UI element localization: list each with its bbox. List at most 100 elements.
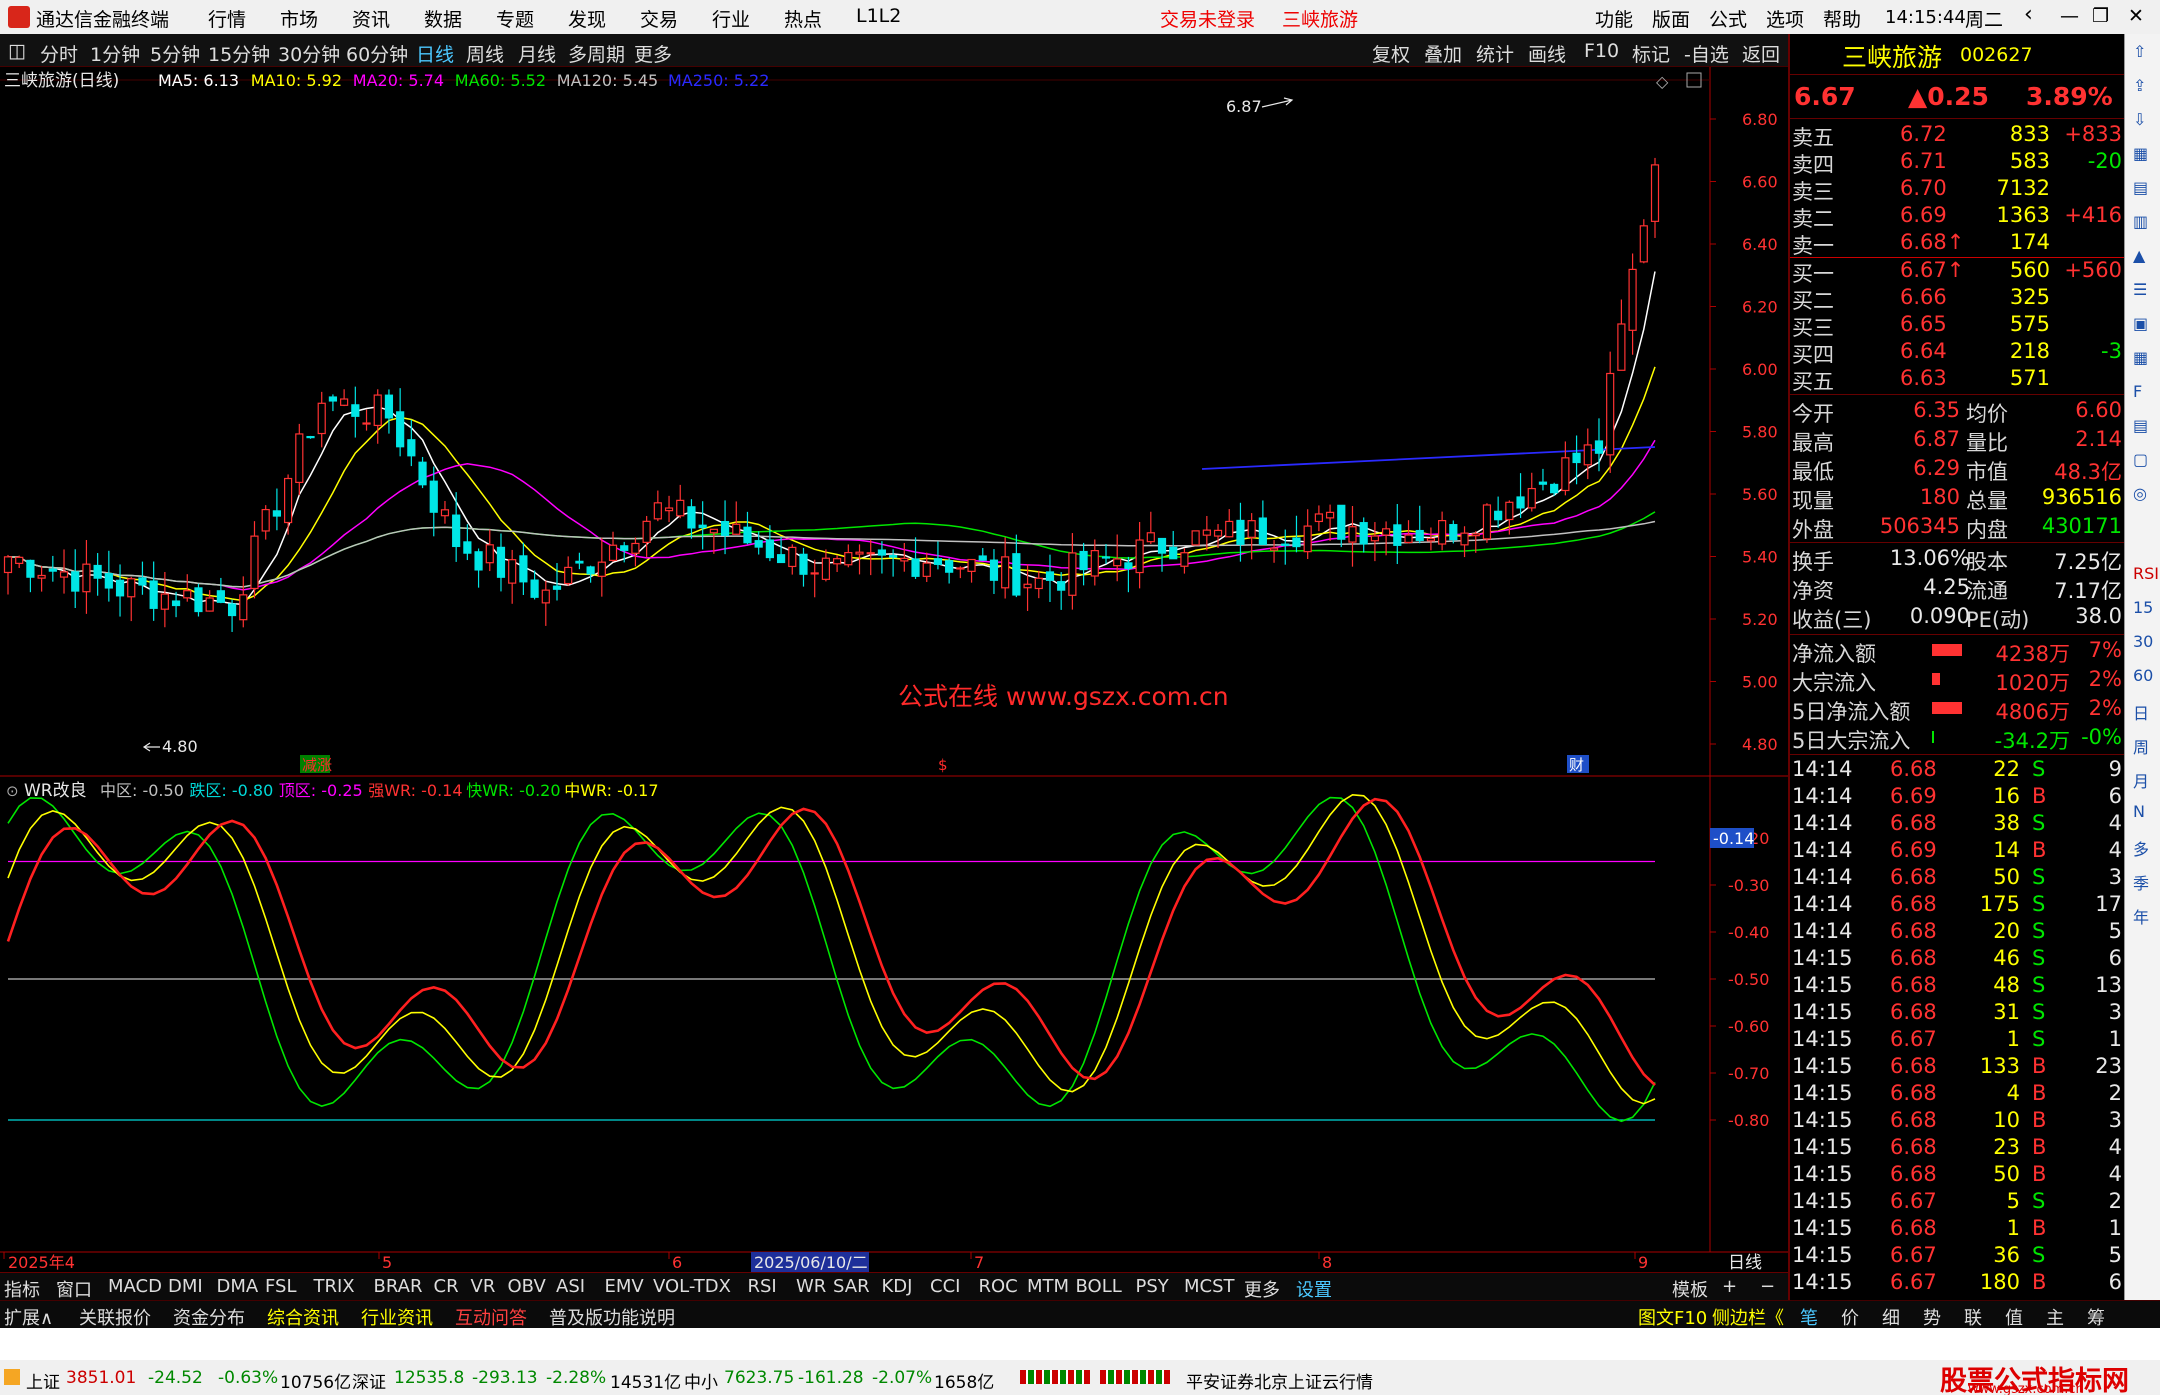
period-1min[interactable]: 1分钟 — [90, 40, 140, 67]
sidebar-icon[interactable]: ▲ — [2133, 246, 2145, 265]
sidebar-icon[interactable]: F — [2133, 382, 2142, 401]
indicator-tab[interactable]: MCST — [1184, 1276, 1235, 1297]
menu-gongneng[interactable]: 功能 — [1595, 5, 1633, 32]
tab-add-button[interactable]: + — [1722, 1276, 1737, 1297]
sidebar-label[interactable]: 周 — [2133, 734, 2149, 758]
sidebar-label[interactable]: 年 — [2133, 904, 2149, 928]
indicator-tab[interactable]: CR — [434, 1276, 459, 1297]
sh-name[interactable]: 上证 — [26, 1368, 60, 1393]
menu-redian[interactable]: 热点 — [784, 5, 822, 32]
indicator-tab[interactable]: MTM — [1027, 1276, 1069, 1297]
sidebar-icon[interactable]: ▣ — [2133, 314, 2148, 333]
extension-tab[interactable]: 资金分布 — [173, 1304, 245, 1330]
indicator-tab[interactable]: 设置 — [1296, 1276, 1332, 1302]
diamond-icon[interactable]: ◇ — [1656, 72, 1669, 91]
period-more[interactable]: 更多 — [634, 40, 672, 67]
menu-shuju[interactable]: 数据 — [424, 5, 462, 32]
tool-back[interactable]: 返回 — [1742, 40, 1780, 67]
indicator-tab[interactable]: 指标 — [4, 1276, 40, 1302]
tool-huaxian[interactable]: 画线 — [1528, 40, 1566, 67]
kline-chart[interactable]: 三峡旅游(日线) MA5: 6.13 MA10: 5.92 MA20: 5.74 MA… — [0, 67, 1788, 1272]
folder-icon[interactable] — [4, 1369, 20, 1385]
indicator-tab[interactable]: CCI — [930, 1276, 960, 1297]
period-multi[interactable]: 多周期 — [568, 40, 625, 67]
extension-tab[interactable]: 普及版功能说明 — [549, 1304, 675, 1330]
indicator-tab[interactable]: PSY — [1136, 1276, 1169, 1297]
sidebar-icon[interactable]: ▢ — [2133, 450, 2148, 469]
menu-hangqing[interactable]: 行情 — [208, 5, 246, 32]
extension-tab[interactable]: 关联报价 — [79, 1304, 151, 1330]
sidebar-icon[interactable]: ◎ — [2133, 484, 2147, 503]
tool-biaoji[interactable]: 标记 — [1632, 40, 1670, 67]
minimize-icon[interactable]: — — [2060, 5, 2079, 27]
sidebar-label[interactable]: 月 — [2133, 768, 2149, 792]
sidebar-icon[interactable]: ▦ — [2133, 144, 2148, 163]
quote-bottom-tab[interactable]: 细 — [1882, 1304, 1900, 1330]
quote-bottom-tab[interactable]: 势 — [1923, 1304, 1941, 1330]
sidebar-label[interactable]: N — [2133, 802, 2145, 821]
extension-tab[interactable]: 互动问答 — [455, 1304, 527, 1330]
sidebar-icon[interactable]: ⇩ — [2133, 110, 2146, 129]
tool-fuquan[interactable]: 复权 — [1372, 40, 1410, 67]
period-daily[interactable]: 日线 — [416, 40, 454, 67]
indicator-tab[interactable]: MACD — [108, 1276, 162, 1297]
indicator-tab[interactable]: FSL — [265, 1276, 297, 1297]
menu-faxian[interactable]: 发现 — [568, 5, 606, 32]
server-name[interactable]: 平安证券北京上证云行情 — [1186, 1368, 1373, 1393]
indicator-tab[interactable]: ROC — [979, 1276, 1018, 1297]
sidebar-icon[interactable]: ⇧ — [2133, 42, 2146, 61]
sidebar-label[interactable]: 30 — [2133, 632, 2153, 651]
extension-tab[interactable]: 综合资讯 — [267, 1304, 339, 1330]
menu-gongshi[interactable]: 公式 — [1709, 5, 1747, 32]
sidebar-icon[interactable]: ▥ — [2133, 212, 2148, 231]
sidebar-icon[interactable]: ▦ — [2133, 348, 2148, 367]
tool-zixuan[interactable]: -自选 — [1684, 40, 1729, 67]
sidebar-toggle-button[interactable]: 侧边栏《 — [1712, 1304, 1784, 1330]
back-icon[interactable]: ‹ — [2024, 2, 2033, 27]
sidebar-label[interactable]: 15 — [2133, 598, 2153, 617]
marker-dollar[interactable]: $ — [938, 756, 948, 774]
tool-f10[interactable]: F10 — [1584, 40, 1619, 62]
indicator-tab[interactable]: KDJ — [882, 1276, 913, 1297]
template-button[interactable]: 模板 — [1672, 1276, 1708, 1302]
menu-jiaoyi[interactable]: 交易 — [640, 5, 678, 32]
menu-hangye[interactable]: 行业 — [712, 5, 750, 32]
sidebar-icon[interactable]: ⇪ — [2133, 76, 2146, 95]
sidebar-icon[interactable]: ▤ — [2133, 416, 2148, 435]
indicator-tab[interactable]: 窗口 — [56, 1276, 92, 1302]
quote-bottom-tab[interactable]: 笔 — [1800, 1304, 1818, 1330]
menu-zhuanti[interactable]: 专题 — [496, 5, 534, 32]
close-icon[interactable]: ✕ — [2128, 5, 2144, 27]
indicator-settings-icon[interactable]: ⊙ — [6, 782, 19, 800]
indicator-tab[interactable]: RSI — [748, 1276, 777, 1297]
menu-xuanxiang[interactable]: 选项 — [1766, 5, 1804, 32]
tool-tongji[interactable]: 统计 — [1476, 40, 1514, 67]
indicator-tab[interactable]: 更多 — [1244, 1276, 1280, 1302]
panel-toggle-icon[interactable]: ◫ — [8, 40, 26, 62]
tuwen-f10-button[interactable]: 图文F10 — [1638, 1304, 1707, 1330]
period-monthly[interactable]: 月线 — [518, 40, 556, 67]
marker-cai[interactable]: 财 — [1569, 756, 1584, 774]
period-weekly[interactable]: 周线 — [466, 40, 504, 67]
period-fenshi[interactable]: 分时 — [40, 40, 78, 67]
sidebar-label[interactable]: 季 — [2133, 870, 2149, 894]
menu-l1l2[interactable]: L1L2 — [856, 5, 901, 27]
menu-bangzhu[interactable]: 帮助 — [1823, 5, 1861, 32]
quote-bottom-tab[interactable]: 主 — [2046, 1304, 2064, 1330]
indicator-tab[interactable]: WR — [796, 1276, 826, 1297]
sz-name[interactable]: 深证 — [352, 1368, 386, 1393]
sidebar-icon[interactable]: ▤ — [2133, 178, 2148, 197]
extension-tab[interactable]: 扩展∧ — [4, 1304, 53, 1330]
marker-jianzhang[interactable]: 减涨 — [302, 756, 332, 774]
tab-remove-button[interactable]: − — [1760, 1276, 1775, 1297]
sidebar-label[interactable]: 60 — [2133, 666, 2153, 685]
period-30min[interactable]: 30分钟 — [278, 40, 340, 67]
indicator-tab[interactable]: OBV — [508, 1276, 546, 1297]
indicator-tab[interactable]: VR — [471, 1276, 496, 1297]
quote-bottom-tab[interactable]: 值 — [2005, 1304, 2023, 1330]
indicator-tab[interactable]: ASI — [556, 1276, 585, 1297]
menu-banmian[interactable]: 版面 — [1652, 5, 1690, 32]
indicator-tab[interactable]: BOLL — [1076, 1276, 1122, 1297]
indicator-tab[interactable]: BRAR — [374, 1276, 423, 1297]
quote-bottom-tab[interactable]: 价 — [1841, 1304, 1859, 1330]
